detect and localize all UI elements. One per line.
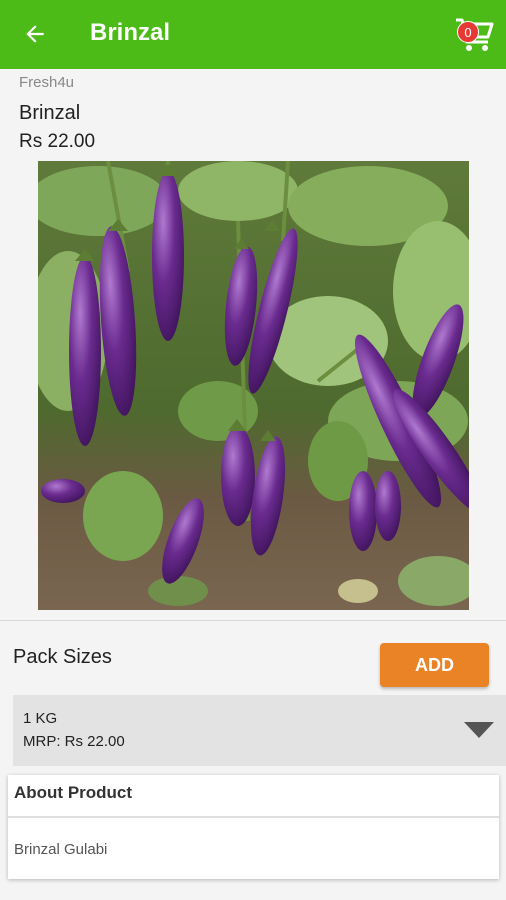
- app-bar: Brinzal 0: [0, 0, 506, 69]
- cart-count-badge: 0: [457, 21, 479, 43]
- pack-size-dropdown[interactable]: 1 KG MRP: Rs 22.00: [13, 695, 506, 766]
- cart-button[interactable]: 0: [450, 12, 496, 54]
- about-product-description: Brinzal Gulabi: [14, 841, 108, 858]
- brinjal-plant-image: [38, 161, 469, 610]
- add-button[interactable]: ADD: [380, 643, 489, 687]
- pack-mrp-value: MRP: Rs 22.00: [23, 733, 125, 750]
- pack-size-value: 1 KG: [23, 710, 58, 727]
- back-button[interactable]: [18, 17, 52, 51]
- about-separator: [8, 816, 499, 818]
- pack-sizes-label: Pack Sizes: [13, 646, 112, 668]
- product-image: [38, 161, 469, 610]
- product-name: Brinzal: [19, 102, 81, 124]
- chevron-down-icon: [464, 722, 494, 738]
- about-product-title: About Product: [14, 783, 133, 802]
- store-name: Fresh4u: [19, 74, 75, 91]
- section-divider: [0, 620, 506, 621]
- about-product-card: About Product Brinzal Gulabi: [8, 775, 499, 879]
- page-title: Brinzal: [90, 19, 171, 46]
- back-arrow-icon: [26, 25, 44, 43]
- product-price: Rs 22.00: [19, 131, 96, 152]
- product-header: Fresh4u Brinzal Rs 22.00: [0, 69, 506, 159]
